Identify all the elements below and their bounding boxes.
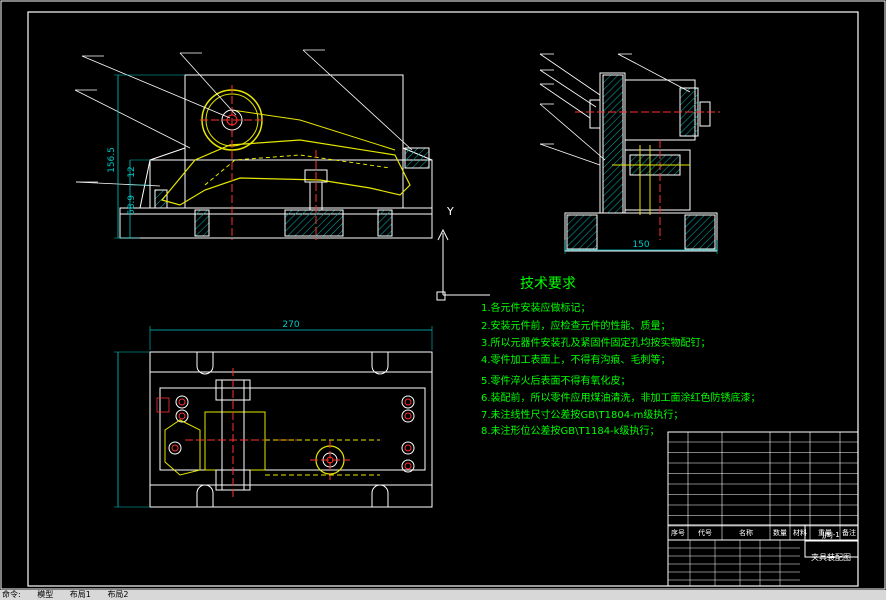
tech-req-item: 6.装配前，所以零件应用煤油清洗，非加工面涂红色防锈底漆；: [481, 391, 761, 404]
front-view: 156.5 12 58.9: [74, 49, 433, 240]
dim-side-width: 150: [632, 240, 649, 250]
ucs-y-label: Y: [446, 205, 454, 218]
status-bar: 命令: 模型 布局1 布局2: [0, 590, 886, 600]
title-block-header: 备注: [842, 528, 856, 537]
dim-total-height: 156.5: [107, 147, 117, 173]
title-block-code: JJSJ-1: [821, 531, 839, 539]
tech-req-item: 5.零件淬火后表面不得有氧化皮；: [481, 374, 631, 387]
cad-canvas[interactable]: 156.5 12 58.9 150 270 Y 技术要求 1.各元件安装应做标记； 2.安装元件…: [0, 0, 886, 590]
tab-layout1[interactable]: 布局1: [70, 590, 91, 599]
tech-req-item: 8.未注形位公差按GB\T1184-k级执行；: [481, 424, 659, 437]
title-block-header: 序号: [671, 528, 685, 537]
tab-layout2[interactable]: 布局2: [107, 590, 128, 599]
tech-req-item: 7.未注线性尺寸公差按GB\T1804-m级执行；: [481, 408, 683, 421]
title-block-title: 夹具装配图: [811, 552, 851, 562]
dim-mid-height: 12: [127, 166, 137, 177]
tech-requirements: 技术要求 1.各元件安装应做标记； 2.安装元件前，应检查元件的性能、质量； 3.所以…: [481, 276, 761, 437]
title-block-header: 代号: [698, 528, 712, 537]
ucs-icon: Y: [436, 205, 490, 301]
title-block-header: 名称: [739, 528, 753, 537]
title-block: 序号 代号 名称 数量 材料 重量 备注JJSJ-1夹具装配图: [667, 431, 859, 587]
title-block-header: 材料: [793, 528, 807, 537]
tech-req-item: 3.所以元器件安装孔及紧固件固定孔均按实物配钉；: [481, 336, 711, 349]
title-block-header: 数量: [773, 528, 787, 537]
command-prompt[interactable]: 命令:: [0, 590, 21, 599]
side-view: 150: [539, 53, 720, 254]
dim-top-length: 270: [282, 320, 299, 330]
tech-req-item: 1.各元件安装应做标记；: [481, 301, 591, 314]
top-view: 270: [114, 320, 433, 508]
tab-model[interactable]: 模型: [37, 590, 53, 599]
tech-req-item: 2.安装元件前，应检查元件的性能、质量；: [481, 319, 671, 332]
tech-req-item: 4.零件加工表面上，不得有沟痕、毛刺等；: [481, 353, 671, 366]
tech-req-heading: 技术要求: [520, 276, 576, 292]
dim-lower-height: 58.9: [127, 195, 137, 215]
